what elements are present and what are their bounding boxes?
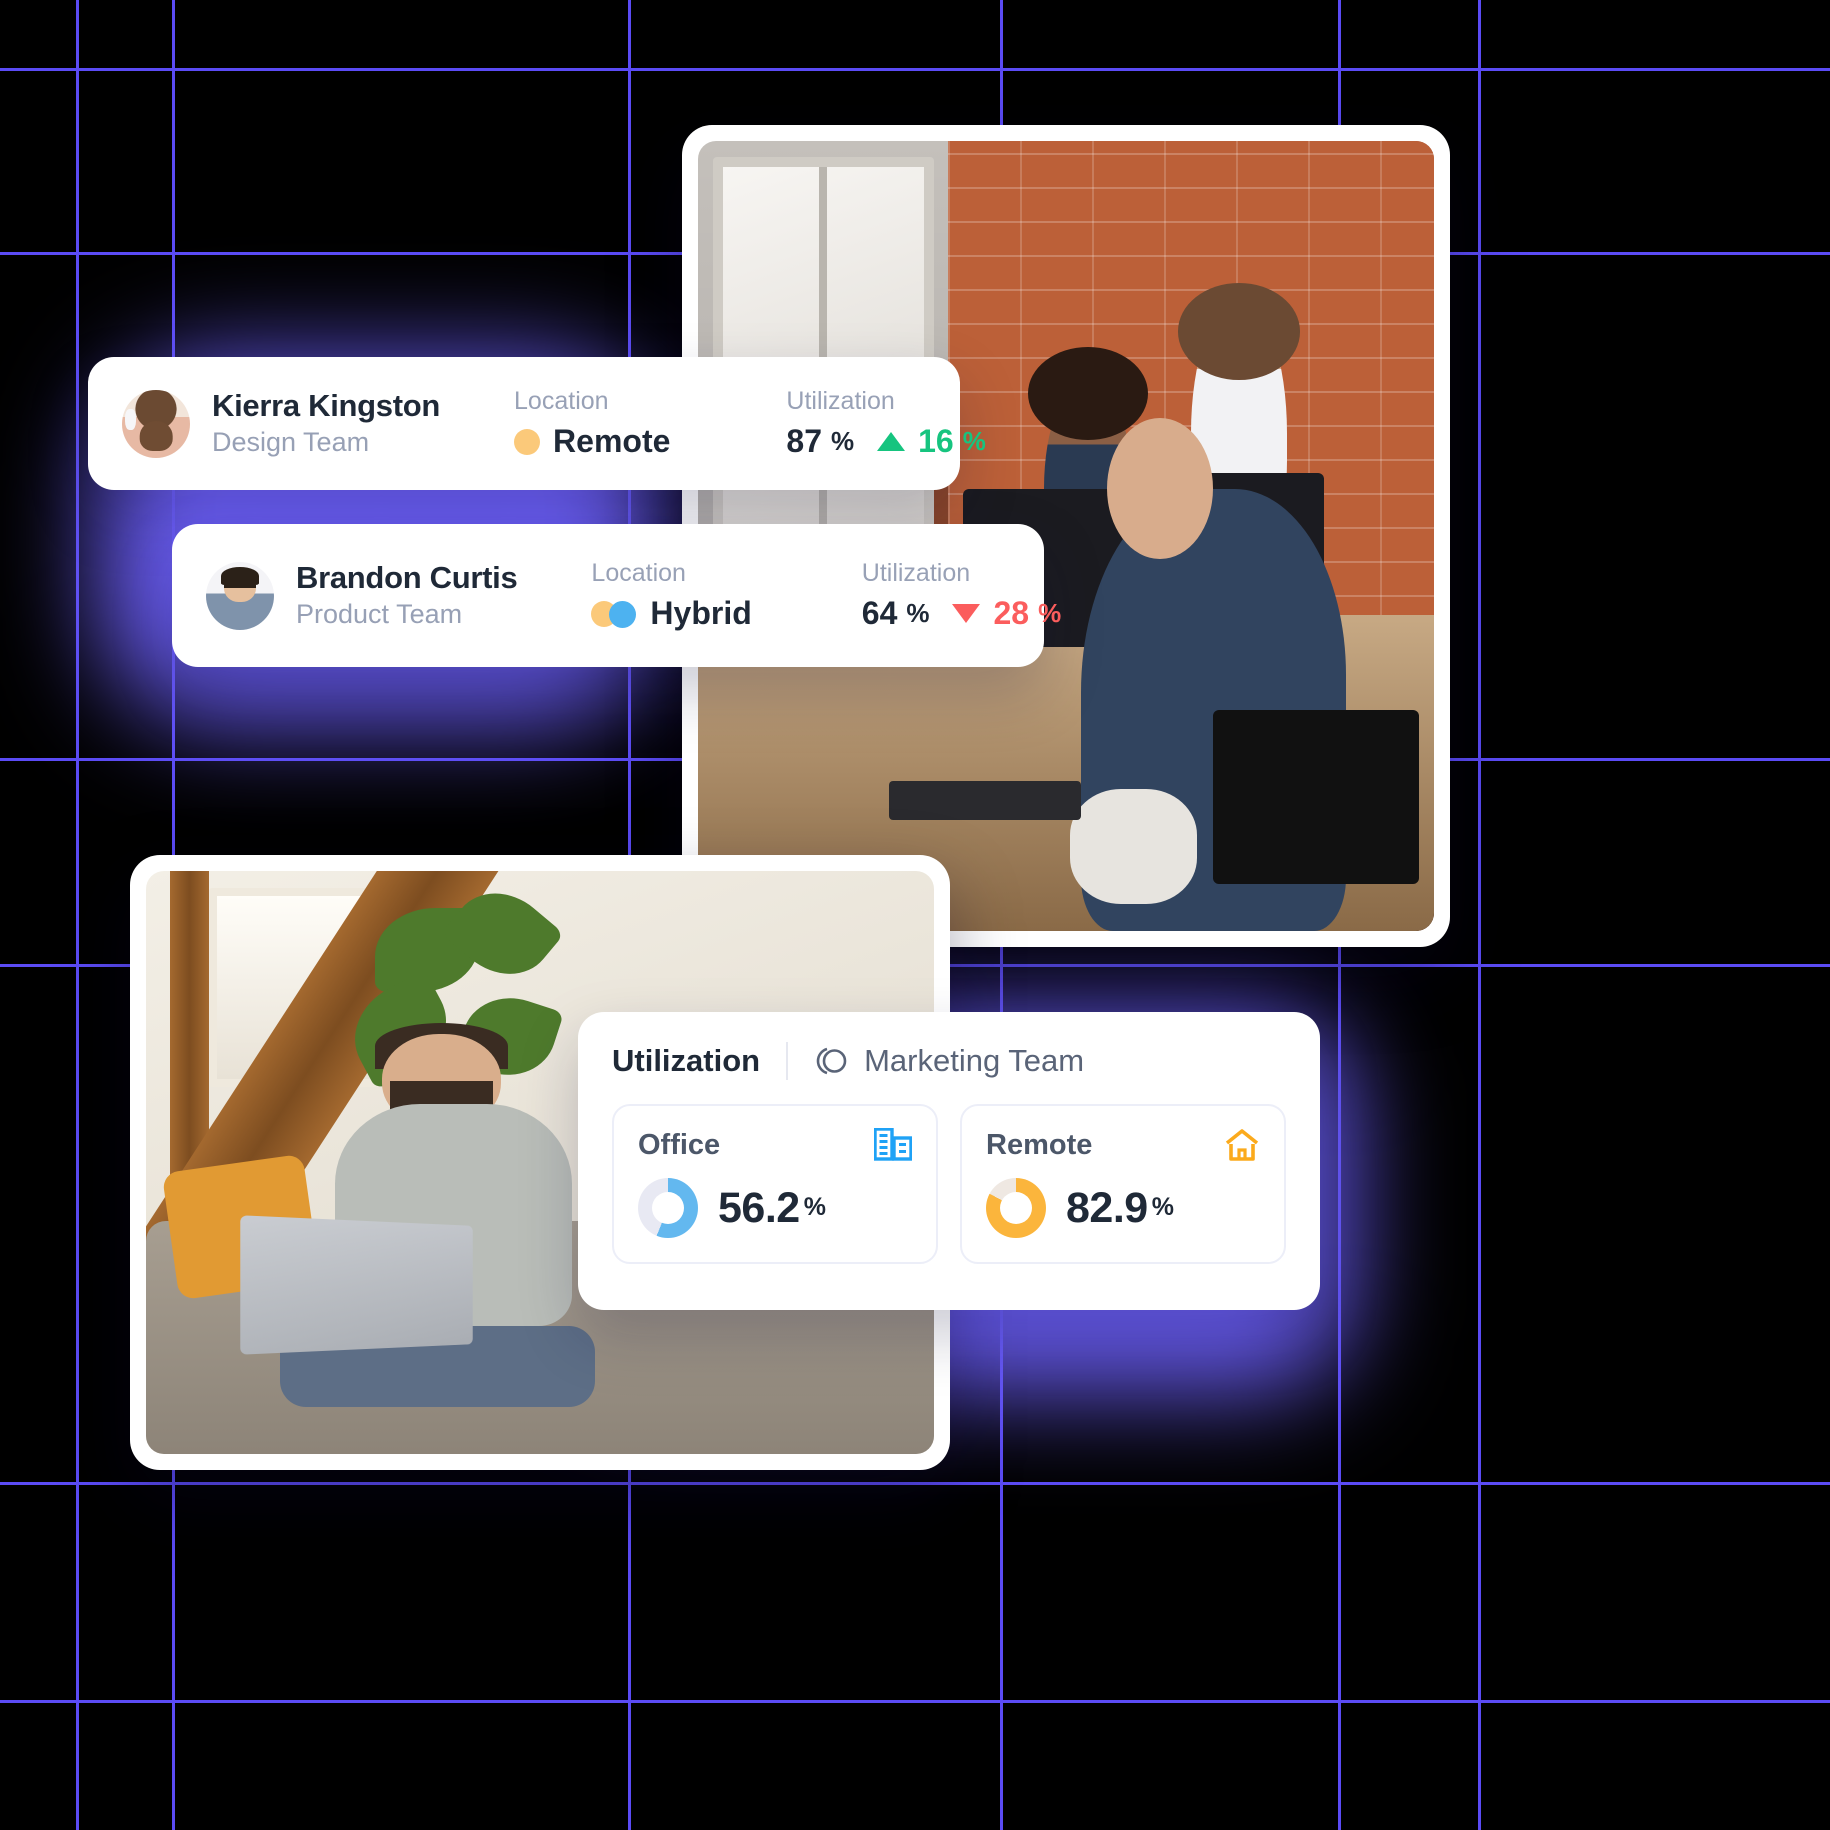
composition-stage: Kierra Kingston Design Team Location Rem… — [0, 0, 1830, 1830]
utilization-value-row: 64 % 28 % — [862, 595, 1061, 632]
delta-unit: % — [1038, 598, 1062, 628]
grid-line-vertical — [76, 0, 79, 1830]
tile-label: Office — [638, 1128, 721, 1161]
circle-amber-icon — [514, 428, 541, 455]
tile-value: 56.2 — [718, 1183, 800, 1232]
utilization-label: Utilization — [861, 559, 971, 587]
utilization-column: Utilization 87 % 16 % — [786, 387, 985, 460]
member-card[interactable]: Kierra Kingston Design Team Location Rem… — [88, 357, 986, 490]
location-label: Location — [514, 387, 609, 415]
utilization-label: Utilization — [786, 387, 895, 415]
utilization-unit: % — [906, 598, 930, 628]
avatar — [206, 561, 274, 630]
triangle-up-icon — [877, 432, 906, 451]
location-value-row: Hybrid — [591, 595, 752, 632]
utilization-panel[interactable]: Utilization Marketing Team Office 56.2 %… — [578, 1012, 1320, 1310]
delta-value: 28 — [993, 595, 1030, 631]
member-identity: Kierra Kingston Design Team — [122, 388, 440, 459]
tile-value: 82.9 — [1066, 1183, 1148, 1232]
tile-unit: % — [803, 1193, 826, 1222]
utilization-tile-office[interactable]: Office 56.2% — [612, 1104, 938, 1264]
utilization-tile-remote[interactable]: Remote 82.9% — [960, 1104, 1286, 1264]
location-value: Hybrid — [650, 595, 752, 631]
tile-label: Remote — [986, 1128, 1093, 1161]
member-card[interactable]: Brandon Curtis Product Team Location Hyb… — [172, 524, 1061, 667]
member-identity: Brandon Curtis Product Team — [206, 559, 518, 631]
location-column: Location Remote — [514, 387, 670, 460]
delta-value: 16 — [918, 423, 954, 459]
delta-unit: % — [962, 426, 986, 456]
location-value: Remote — [553, 423, 671, 459]
grid-line-horizontal — [0, 68, 1830, 71]
triangle-down-icon — [952, 604, 981, 623]
utilization-value-row: 87 % 16 % — [786, 423, 985, 460]
donut-chart-office — [638, 1178, 698, 1238]
location-column: Location Hybrid — [591, 559, 752, 632]
utilization-unit: % — [830, 426, 855, 456]
utilization-tiles: Office 56.2% Remote 82.9 % — [612, 1104, 1286, 1264]
grid-line-vertical — [1478, 0, 1481, 1830]
page-title: Utilization — [612, 1043, 761, 1078]
member-team: Design Team — [212, 427, 370, 458]
utilization-panel-header: Utilization Marketing Team — [612, 1042, 1286, 1080]
donut-chart-remote — [986, 1178, 1046, 1238]
utilization-value: 64 — [861, 595, 898, 631]
team-selector[interactable]: Marketing Team — [814, 1043, 1084, 1079]
grid-line-horizontal — [0, 1482, 1830, 1485]
avatar — [122, 389, 190, 458]
office-building-icon — [874, 1128, 912, 1161]
grid-line-horizontal — [0, 1700, 1830, 1703]
location-label: Location — [591, 559, 686, 587]
utilization-value: 87 — [786, 423, 822, 459]
member-name: Brandon Curtis — [296, 559, 518, 595]
home-icon — [1225, 1129, 1259, 1161]
tile-unit: % — [1151, 1193, 1174, 1222]
rings-icon — [816, 1047, 847, 1075]
team-label: Marketing Team — [864, 1043, 1085, 1078]
divider — [786, 1042, 789, 1080]
utilization-column: Utilization 64 % 28 % — [862, 559, 1061, 632]
location-value-row: Remote — [514, 423, 670, 460]
two-circles-icon — [591, 600, 637, 628]
member-team: Product Team — [296, 599, 463, 630]
member-name: Kierra Kingston — [212, 387, 441, 423]
